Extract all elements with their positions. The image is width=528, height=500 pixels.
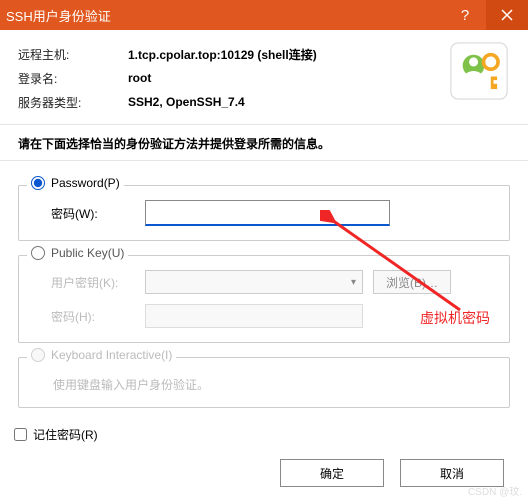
remember-password-checkbox[interactable] bbox=[14, 428, 27, 441]
server-type-label: 服务器类型: bbox=[18, 94, 128, 111]
remember-row: 记住密码(R) bbox=[0, 420, 528, 447]
password-radio[interactable] bbox=[31, 176, 45, 190]
password-input[interactable] bbox=[145, 200, 390, 226]
close-icon bbox=[501, 9, 513, 21]
pk-password-input bbox=[145, 304, 363, 328]
userkey-combo: ▾ bbox=[145, 270, 363, 294]
close-button[interactable] bbox=[486, 0, 528, 30]
auth-methods: Password(P) 密码(W): Public Key(U) 用户密钥(K)… bbox=[0, 161, 528, 420]
pk-password-label: 密码(H): bbox=[33, 308, 145, 325]
dialog-footer: 确定 取消 bbox=[0, 447, 528, 487]
password-radio-label: Password(P) bbox=[51, 176, 120, 190]
password-group: Password(P) 密码(W): bbox=[18, 185, 510, 241]
annotation-text: 虚拟机密码 bbox=[420, 308, 490, 328]
titlebar: SSH用户身份验证 ? bbox=[0, 0, 528, 30]
remote-host-label: 远程主机: bbox=[18, 46, 128, 63]
help-button[interactable]: ? bbox=[444, 0, 486, 30]
remember-password-label: 记住密码(R) bbox=[33, 426, 98, 443]
remote-host-value: 1.tcp.cpolar.top:10129 (shell连接) bbox=[128, 46, 317, 63]
publickey-group: Public Key(U) 用户密钥(K): ▾ 浏览(B)… 密码(H): bbox=[18, 255, 510, 343]
publickey-radio-label: Public Key(U) bbox=[51, 246, 124, 260]
publickey-radio[interactable] bbox=[31, 246, 45, 260]
password-field-label: 密码(W): bbox=[33, 205, 145, 222]
login-label: 登录名: bbox=[18, 70, 128, 87]
user-key-icon bbox=[450, 42, 508, 100]
browse-button: 浏览(B)… bbox=[373, 270, 451, 294]
keyboard-interactive-note: 使用键盘输入用户身份验证。 bbox=[33, 370, 495, 393]
keyboard-interactive-group: Keyboard Interactive(I) 使用键盘输入用户身份验证。 bbox=[18, 357, 510, 408]
connection-info: 远程主机: 1.tcp.cpolar.top:10129 (shell连接) 登… bbox=[0, 30, 528, 120]
userkey-label: 用户密钥(K): bbox=[33, 274, 145, 291]
server-type-value: SSH2, OpenSSH_7.4 bbox=[128, 95, 245, 109]
keyboard-interactive-label: Keyboard Interactive(I) bbox=[51, 348, 172, 362]
chevron-down-icon: ▾ bbox=[351, 277, 356, 288]
watermark: CSDN @玟. bbox=[468, 483, 522, 498]
keyboard-interactive-radio bbox=[31, 348, 45, 362]
instruction-text: 请在下面选择恰当的身份验证方法并提供登录所需的信息。 bbox=[0, 124, 528, 161]
window-title: SSH用户身份验证 bbox=[6, 6, 444, 25]
login-value: root bbox=[128, 71, 151, 85]
ok-button[interactable]: 确定 bbox=[280, 459, 384, 487]
